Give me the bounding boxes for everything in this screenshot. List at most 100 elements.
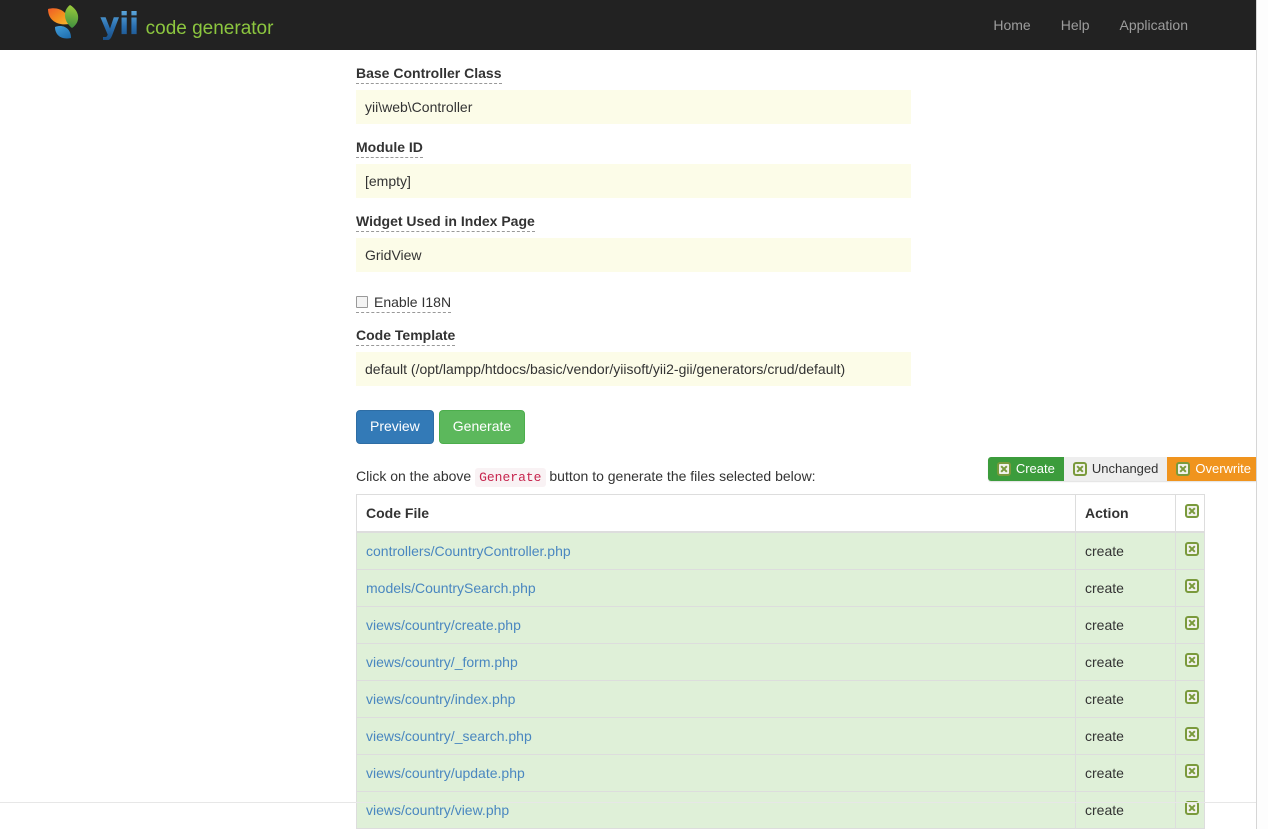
table-cell-select[interactable] [1175,605,1205,644]
file-link[interactable]: views/country/_form.php [366,654,518,670]
table-cell-action: create [1075,531,1176,570]
table-cell-action: create [1075,642,1176,681]
nav-links: Home Help Application [978,0,1256,50]
hint-inline-code: Generate [475,467,546,487]
page-content: Base Controller Class Module ID Widget U… [0,50,1260,829]
file-link[interactable]: models/CountrySearch.php [366,580,536,596]
app-window: yii code generator Home Help Application… [0,0,1268,829]
file-link[interactable]: views/country/create.php [366,617,521,633]
table-cell-select[interactable] [1175,531,1205,570]
form-actions: Preview Generate [356,410,912,444]
nav-link-home[interactable]: Home [978,0,1045,50]
broken-image-icon[interactable] [1185,689,1199,704]
input-widget-used-in-index-page[interactable] [356,238,911,272]
file-link[interactable]: views/country/view.php [366,802,509,818]
broken-image-icon[interactable] [1185,578,1199,593]
table-cell-action: create [1075,790,1176,829]
broken-image-icon[interactable] [1185,541,1199,556]
brand-name: yii [100,7,139,42]
table-cell-code-file: views/country/create.php [356,605,1076,644]
page-scrollbar[interactable] [1256,0,1268,829]
code-files-table: Code File Action controllers/CountryCont… [356,493,1205,829]
legend-item-overwrite: Overwrite [1167,456,1260,481]
broken-image-icon [1176,461,1191,476]
field-module-id: Module ID [356,139,912,198]
table-cell-code-file: views/country/_search.php [356,716,1076,755]
legend-item-unchanged: Unchanged [1063,456,1168,481]
generate-button[interactable]: Generate [438,410,526,444]
table-row: models/CountrySearch.php create [356,568,1205,607]
hint-text-after: button to generate the files selected be… [549,467,816,484]
table-row: views/country/_form.php create [356,642,1205,681]
table-cell-action: create [1075,753,1176,792]
table-cell-code-file: controllers/CountryController.php [356,531,1076,570]
table-cell-action: create [1075,568,1176,607]
broken-image-icon[interactable] [1185,615,1199,630]
page-scrollbar-thumb[interactable] [1258,0,1268,300]
checkbox-text-enable-i18n: Enable I18N [374,294,452,310]
broken-image-icon [996,461,1011,476]
file-link[interactable]: views/country/_search.php [366,728,532,744]
nav-link-help[interactable]: Help [1046,0,1105,50]
field-widget-used-in-index-page: Widget Used in Index Page [356,213,912,272]
table-cell-action: create [1075,605,1176,644]
table-header-select-all[interactable] [1175,493,1205,533]
generate-hint: Click on the above Generate button to ge… [356,456,1260,488]
table-row: views/country/_search.php create [356,716,1205,755]
file-link[interactable]: views/country/update.php [366,765,525,781]
status-legend: Create Unchanged Overwrite [987,456,1260,481]
table-row: views/country/update.php create [356,753,1205,792]
table-header-code-file: Code File [356,493,1076,533]
generator-form: Base Controller Class Module ID Widget U… [356,65,1260,829]
input-module-id[interactable] [356,164,911,198]
input-base-controller-class[interactable] [356,90,911,124]
legend-item-create: Create [987,456,1064,481]
field-label-module-id: Module ID [356,139,423,158]
table-header-row: Code File Action [356,493,1205,533]
field-label-code-template: Code Template [356,327,456,346]
checkbox-enable-i18n[interactable] [356,296,368,308]
field-label-base-controller-class: Base Controller Class [356,65,502,84]
file-link[interactable]: views/country/index.php [366,691,515,707]
field-base-controller-class: Base Controller Class [356,65,912,124]
table-cell-select[interactable] [1175,753,1205,792]
broken-image-icon [1072,461,1087,476]
broken-image-icon[interactable] [1185,726,1199,741]
broken-image-icon[interactable] [1185,503,1199,518]
table-row: views/country/index.php create [356,679,1205,718]
checkbox-label-enable-i18n[interactable]: Enable I18N [356,294,452,313]
table-body: controllers/CountryController.php create m… [356,531,1205,829]
table-cell-code-file: views/country/view.php [356,790,1076,829]
brand-link[interactable]: yii code generator [45,0,273,50]
table-cell-code-file: views/country/index.php [356,679,1076,718]
table-cell-select[interactable] [1175,679,1205,718]
broken-image-icon[interactable] [1185,652,1199,667]
table-cell-code-file: views/country/_form.php [356,642,1076,681]
broken-image-icon[interactable] [1185,763,1199,778]
preview-button[interactable]: Preview [356,410,434,444]
table-cell-select[interactable] [1175,642,1205,681]
legend-label-overwrite: Overwrite [1195,460,1251,476]
brand-tagline: code generator [145,18,274,39]
yii-leaf-logo-icon [45,3,91,47]
table-cell-select[interactable] [1175,716,1205,755]
table-row: controllers/CountryController.php create [356,531,1205,570]
hint-text-before: Click on the above [356,467,472,484]
table-cell-select[interactable] [1175,568,1205,607]
table-header-action: Action [1075,493,1176,533]
legend-label-create: Create [1015,460,1055,476]
footer-divider [0,802,1256,803]
table-cell-code-file: views/country/update.php [356,753,1076,792]
field-enable-i18n: Enable I18N [356,294,912,313]
table-row: views/country/view.php create [356,790,1205,829]
table-cell-action: create [1075,716,1176,755]
table-row: views/country/create.php create [356,605,1205,644]
input-code-template[interactable] [356,352,911,386]
top-navbar: yii code generator Home Help Application [0,0,1256,50]
file-link[interactable]: controllers/CountryController.php [366,543,571,559]
table-cell-action: create [1075,679,1176,718]
table-cell-select[interactable] [1175,790,1205,829]
nav-link-application[interactable]: Application [1105,0,1204,50]
legend-label-unchanged: Unchanged [1091,460,1159,476]
field-label-widget-used-in-index-page: Widget Used in Index Page [356,213,535,232]
